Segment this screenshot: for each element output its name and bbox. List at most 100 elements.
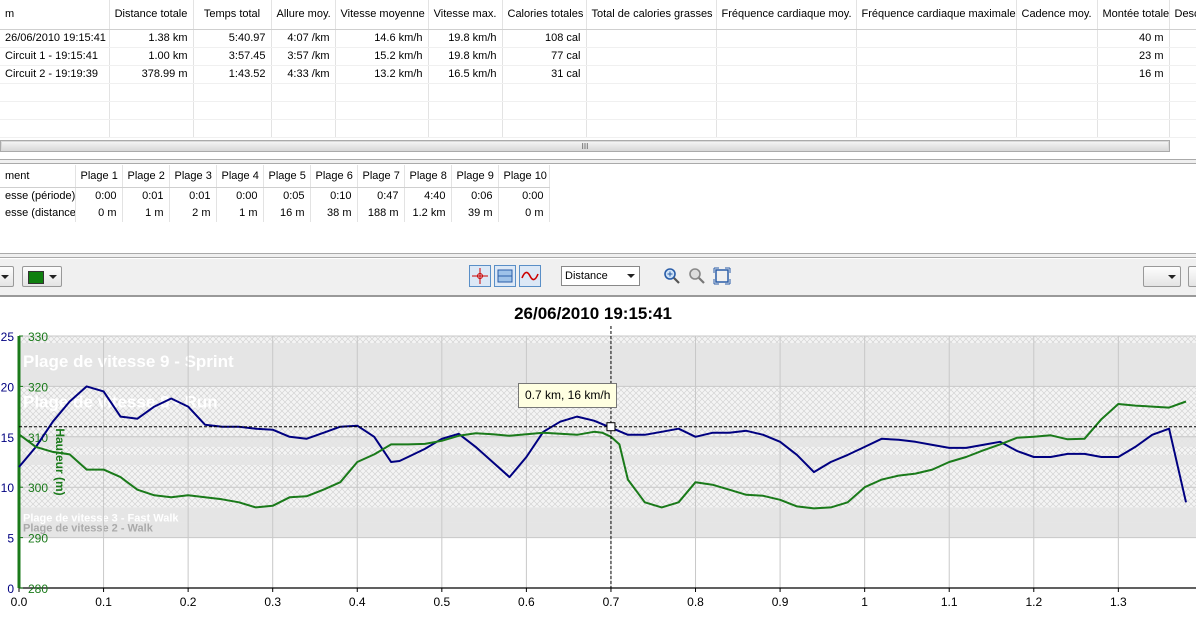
x-tick-label: 1.1 bbox=[941, 595, 958, 609]
col-header[interactable]: Plage 3 bbox=[169, 165, 217, 188]
col-header[interactable]: Fréquence cardiaque moy. bbox=[716, 0, 857, 30]
y2-tick-label: 300 bbox=[28, 481, 48, 495]
laps-header-row: m Distance totale Temps total Allure moy… bbox=[0, 0, 1196, 30]
table-cell bbox=[502, 119, 587, 138]
col-header[interactable]: Plage 10 bbox=[498, 165, 550, 188]
col-header[interactable]: Allure moy. bbox=[271, 0, 336, 30]
scrollbar-thumb[interactable]: III bbox=[2, 142, 1168, 151]
table-cell bbox=[109, 119, 194, 138]
table-cell: 378.99 m bbox=[109, 65, 194, 84]
col-header[interactable]: Montée totale bbox=[1097, 0, 1170, 30]
y1-tick-label: 15 bbox=[1, 431, 15, 445]
table-cell: 26/06/2010 19:15:41 bbox=[0, 29, 110, 48]
table-cell bbox=[586, 29, 717, 48]
col-header[interactable]: m bbox=[0, 0, 110, 30]
table-cell: 19.8 km/h bbox=[428, 47, 503, 66]
table-cell: 16 m bbox=[1097, 65, 1170, 84]
chart-type-dropdown[interactable] bbox=[0, 266, 14, 287]
table-cell bbox=[716, 65, 857, 84]
table-cell: 3:57 /km bbox=[271, 47, 336, 66]
table-cell: 188 m bbox=[357, 205, 405, 222]
line-color-dropdown[interactable] bbox=[22, 266, 62, 287]
table-cell: 1.00 km bbox=[109, 47, 194, 66]
zoom-out-icon[interactable] bbox=[688, 267, 706, 285]
table-cell: 0 m bbox=[75, 205, 123, 222]
col-header[interactable]: Vitesse moyenne bbox=[335, 0, 429, 30]
col-header[interactable]: Cadence moy. bbox=[1016, 0, 1098, 30]
speed-elevation-chart[interactable]: Plage de vitesse 9 - SprintPlage de vite… bbox=[0, 297, 1196, 618]
speed-zone-band bbox=[19, 454, 1196, 466]
table-cell bbox=[109, 83, 194, 102]
table-cell bbox=[1016, 119, 1098, 138]
table-cell bbox=[716, 101, 857, 120]
col-header[interactable]: Desc bbox=[1169, 0, 1196, 30]
table-cell bbox=[586, 119, 717, 138]
x-tick-label: 0.7 bbox=[603, 595, 620, 609]
table-cell: 4:07 /km bbox=[271, 29, 336, 48]
col-header[interactable]: Vitesse max. bbox=[428, 0, 503, 30]
col-header[interactable]: Plage 8 bbox=[404, 165, 452, 188]
empty-row bbox=[0, 101, 1196, 120]
table-cell: 39 m bbox=[451, 205, 499, 222]
col-header[interactable]: Plage 9 bbox=[451, 165, 499, 188]
col-header[interactable]: Plage 4 bbox=[216, 165, 264, 188]
table-cell: 0:01 bbox=[169, 187, 217, 205]
col-header[interactable]: Plage 5 bbox=[263, 165, 311, 188]
col-header[interactable]: Total de calories grasses bbox=[586, 0, 717, 30]
table-cell bbox=[0, 83, 110, 102]
smoothing-button[interactable] bbox=[519, 265, 541, 287]
table-row[interactable]: esse (distance) 0 m1 m2 m1 m 16 m 38 m 188 m… bbox=[0, 205, 550, 222]
table-cell bbox=[856, 101, 1017, 120]
table-cell bbox=[586, 83, 717, 102]
table-cell: 4:40 bbox=[404, 187, 452, 205]
fit-to-window-icon[interactable] bbox=[713, 267, 731, 285]
col-header[interactable]: Plage 6 bbox=[310, 165, 358, 188]
crosshair-button[interactable] bbox=[469, 265, 491, 287]
y2-tick-label: 290 bbox=[28, 532, 48, 546]
y2-axis-label: Hauteur (m) bbox=[53, 428, 67, 495]
table-cell bbox=[1016, 83, 1098, 102]
table-cell: 1 m bbox=[216, 205, 264, 222]
col-header[interactable]: Plage 7 bbox=[357, 165, 405, 188]
x-tick-label: 0.6 bbox=[518, 595, 535, 609]
col-header[interactable]: Distance totale bbox=[109, 0, 194, 30]
table-cell bbox=[0, 119, 110, 138]
wave-icon bbox=[521, 271, 539, 281]
table-cell: 15.2 km/h bbox=[335, 47, 429, 66]
table-cell: esse (distance) bbox=[0, 205, 76, 222]
table-row[interactable]: esse (période) 0:00 0:01 0:01 0:00 0:05 0:10 0:… bbox=[0, 187, 550, 205]
col-header[interactable]: Temps total bbox=[193, 0, 272, 30]
table-row[interactable]: Circuit 1 - 19:15:41 1.00 km 3:57.45 3:57 /… bbox=[0, 47, 1196, 66]
table-cell: 23 m bbox=[1097, 47, 1170, 66]
y1-tick-label: 10 bbox=[1, 481, 15, 495]
x-tick-label: 0.5 bbox=[433, 595, 450, 609]
table-cell bbox=[856, 119, 1017, 138]
table-cell: 0:00 bbox=[498, 187, 550, 205]
col-header[interactable]: Fréquence cardiaque maximale bbox=[856, 0, 1017, 30]
crosshair-tooltip: 0.7 km, 16 km/h bbox=[518, 383, 618, 408]
table-row[interactable]: 26/06/2010 19:15:41 1.38 km 5:40.97 4:07 /k… bbox=[0, 29, 1196, 48]
x-axis-select[interactable]: Distance bbox=[561, 266, 640, 286]
col-header[interactable]: Plage 2 bbox=[122, 165, 170, 188]
x-tick-label: 1.3 bbox=[1110, 595, 1127, 609]
table-cell bbox=[1016, 29, 1098, 48]
x-tick-label: 0.3 bbox=[264, 595, 281, 609]
zones-header-row: ment Plage 1 Plage 2 Plage 3 Plage 4 Pla… bbox=[0, 165, 550, 188]
zoom-in-icon[interactable] bbox=[663, 267, 681, 285]
detail-dropdown[interactable] bbox=[1188, 266, 1196, 287]
col-header[interactable]: ment bbox=[0, 165, 76, 188]
chart-options-dropdown[interactable] bbox=[1143, 266, 1181, 287]
panel-splitter[interactable] bbox=[0, 159, 1196, 164]
col-header[interactable]: Plage 1 bbox=[75, 165, 123, 188]
horizontal-scrollbar[interactable]: III bbox=[0, 140, 1170, 152]
panel-splitter[interactable] bbox=[0, 253, 1196, 258]
table-cell: 0:00 bbox=[75, 187, 123, 205]
table-cell bbox=[716, 83, 857, 102]
table-row[interactable]: Circuit 2 - 19:19:39 378.99 m 1:43.52 4:33 … bbox=[0, 65, 1196, 84]
zones-button[interactable] bbox=[494, 265, 516, 287]
x-tick-label: 0.9 bbox=[772, 595, 789, 609]
y1-tick-label: 5 bbox=[7, 532, 14, 546]
col-header[interactable]: Calories totales bbox=[502, 0, 587, 30]
chart-toolbar: Distance bbox=[0, 259, 1196, 297]
y2-tick-label: 320 bbox=[28, 380, 48, 394]
